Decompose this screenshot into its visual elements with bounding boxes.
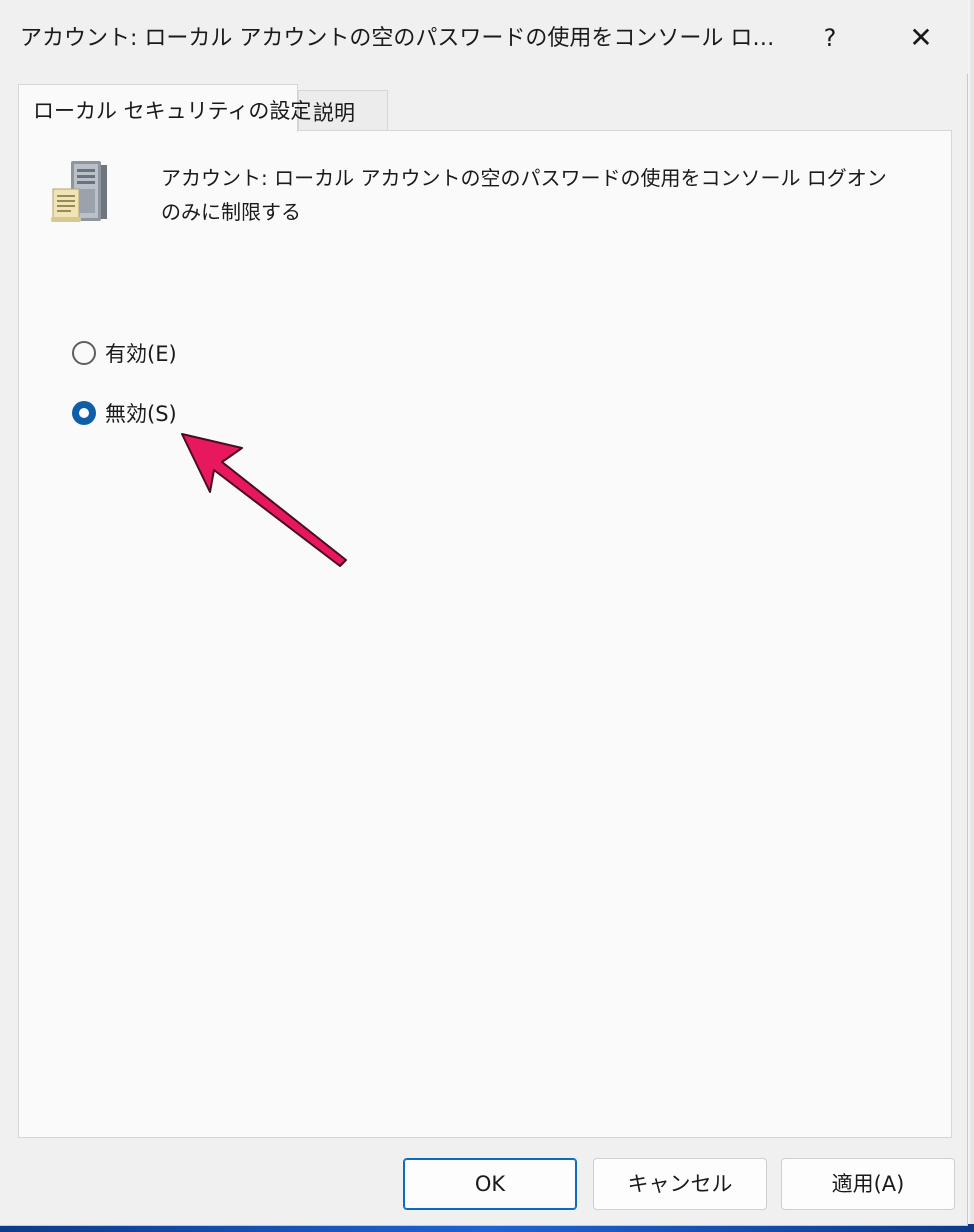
- policy-description: アカウント: ローカル アカウントの空のパスワードの使用をコンソール ログオンの…: [161, 166, 887, 224]
- background-window-edge: [970, 0, 974, 1232]
- server-policy-icon: [51, 161, 107, 222]
- tab-local-security-setting[interactable]: ローカル セキュリティの設定: [18, 84, 311, 132]
- help-button[interactable]: ?: [806, 16, 854, 60]
- title-bar[interactable]: アカウント: ローカル アカウントの空のパスワードの使用をコンソール ログオンの…: [0, 0, 968, 74]
- tab-panel: アカウント: ローカル アカウントの空のパスワードの使用をコンソール ログオンの…: [18, 130, 952, 1138]
- cancel-button[interactable]: キャンセル: [593, 1158, 767, 1210]
- close-button[interactable]: ✕: [896, 16, 946, 60]
- dialog-title: アカウント: ローカル アカウントの空のパスワードの使用をコンソール ログオンの…: [20, 26, 780, 51]
- enabled-radio-option[interactable]: 有効(E): [72, 338, 177, 368]
- apply-button[interactable]: 適用(A): [781, 1158, 955, 1210]
- ok-button[interactable]: OK: [403, 1158, 577, 1210]
- enabled-radio[interactable]: [72, 341, 96, 365]
- disabled-radio[interactable]: [72, 401, 96, 425]
- annotation-arrow-icon: [181, 433, 347, 567]
- enabled-label: 有効(E): [105, 342, 177, 366]
- tab-explain[interactable]: 説明: [298, 90, 388, 130]
- radio-selected-dot: [79, 408, 89, 418]
- policy-properties-dialog: アカウント: ローカル アカウントの空のパスワードの使用をコンソール ログオンの…: [0, 0, 968, 1226]
